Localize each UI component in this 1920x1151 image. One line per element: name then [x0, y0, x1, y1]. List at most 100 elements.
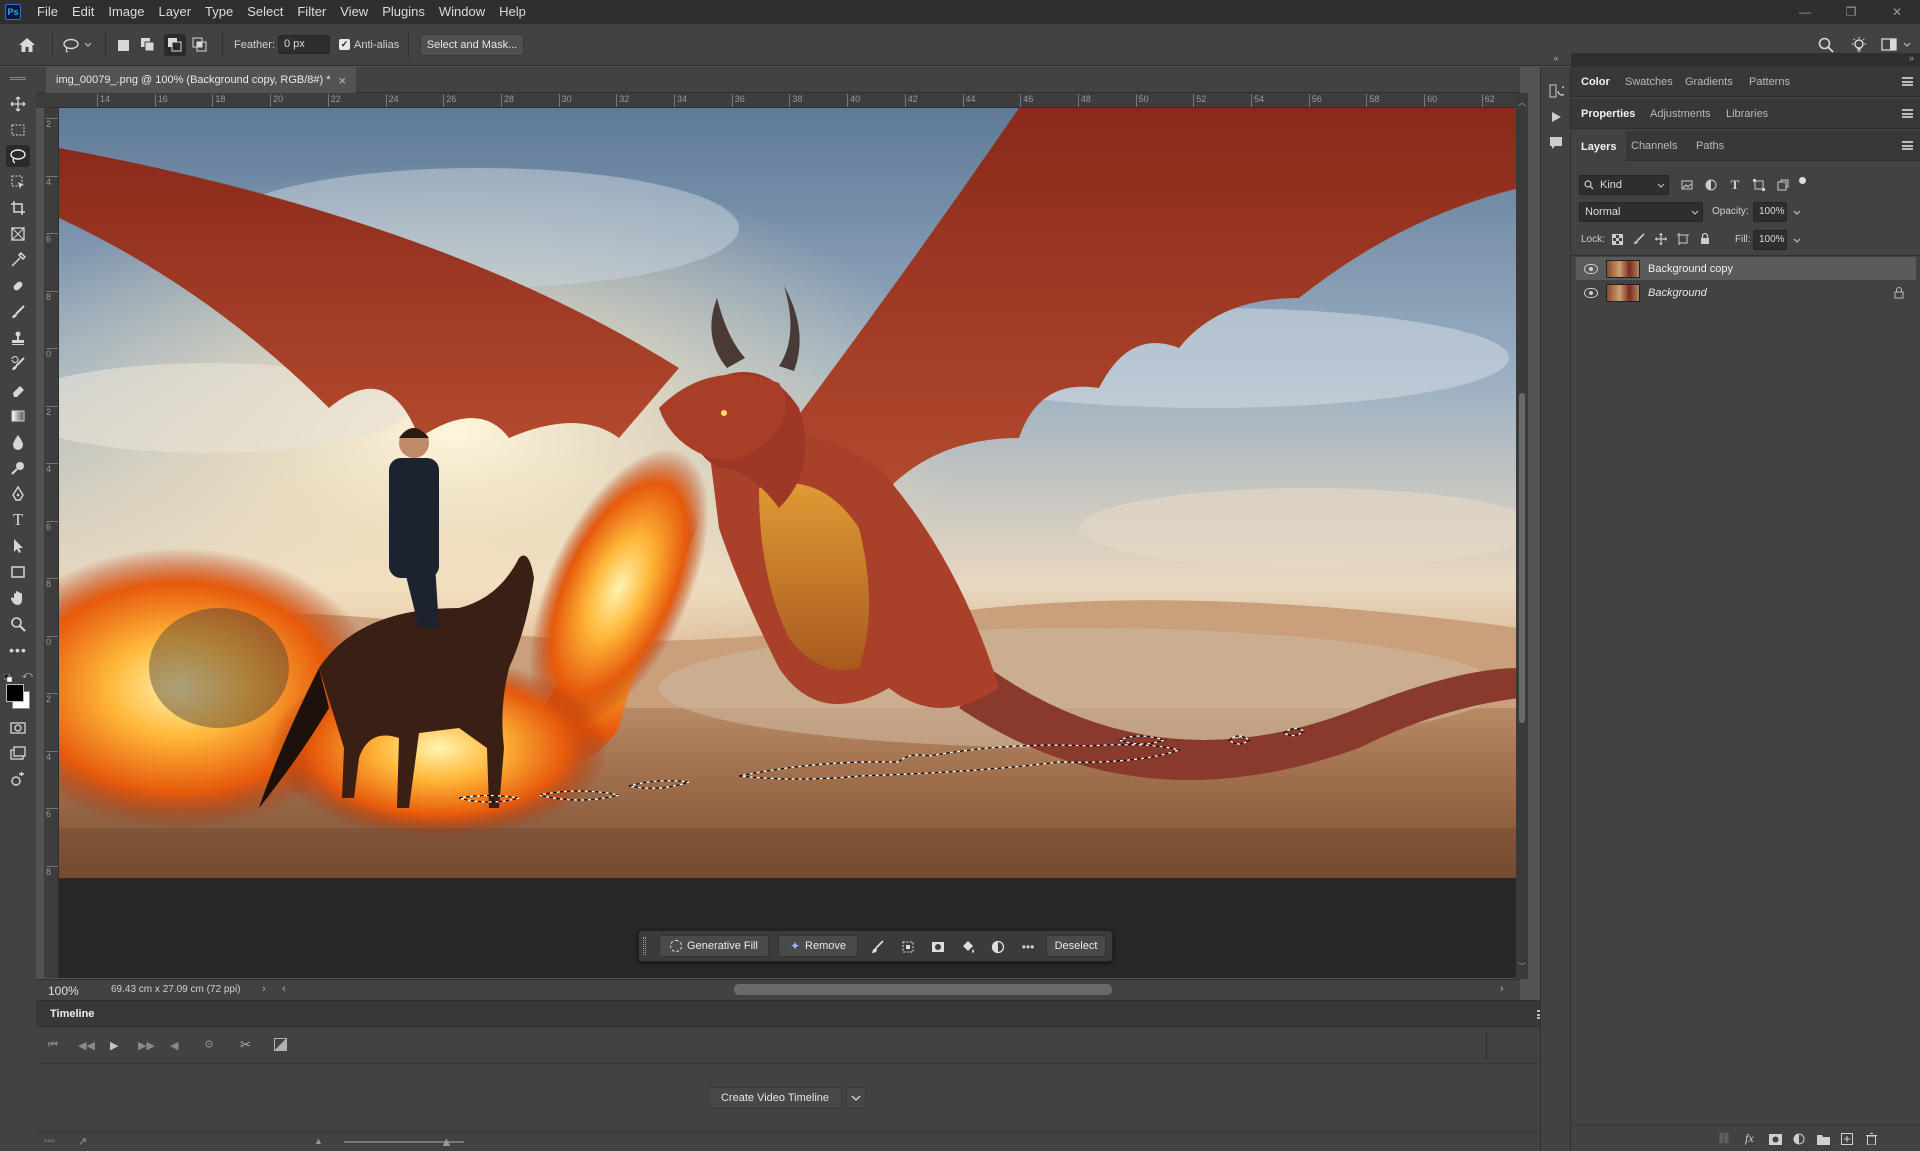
deselect-button[interactable]: Deselect	[1046, 935, 1106, 957]
tab-properties[interactable]: Properties	[1581, 99, 1635, 129]
new-selection-icon[interactable]	[114, 36, 132, 54]
filter-adjustment-icon[interactable]	[1703, 177, 1719, 193]
scroll-left-icon[interactable]: ‹	[282, 983, 286, 995]
filter-shape-icon[interactable]	[1751, 177, 1767, 193]
eyedropper-tool-icon[interactable]	[6, 249, 30, 271]
generative-fill-button[interactable]: Generative Fill	[659, 935, 769, 957]
menu-edit[interactable]: Edit	[65, 0, 101, 24]
layer-name[interactable]: Background copy	[1648, 263, 1733, 275]
more-tools-icon[interactable]: •••	[6, 639, 30, 661]
frame-tool-icon[interactable]	[6, 223, 30, 245]
zoom-in-mountain-icon[interactable]: ▲	[440, 1134, 453, 1149]
layer-row-background[interactable]: Background	[1576, 281, 1916, 304]
go-first-frame-icon[interactable]: ⏮	[48, 1039, 58, 1052]
foreground-color-swatch[interactable]	[6, 684, 24, 702]
lasso-preset-icon[interactable]	[60, 35, 94, 55]
menu-help[interactable]: Help	[492, 0, 533, 24]
minimize-button[interactable]: —	[1782, 0, 1828, 24]
type-tool-icon[interactable]: T	[6, 509, 30, 531]
drag-handle-icon[interactable]	[643, 937, 646, 955]
edit-toolbar-icon[interactable]	[6, 769, 30, 791]
visibility-eye-icon[interactable]	[1584, 263, 1598, 274]
subtract-from-selection-icon[interactable]	[164, 34, 186, 56]
screen-mode-icon[interactable]	[6, 743, 30, 765]
filter-type-icon[interactable]: T	[1727, 177, 1743, 193]
previous-frame-icon[interactable]: ◀◀	[78, 1039, 95, 1052]
menu-file[interactable]: File	[30, 0, 65, 24]
document-tab[interactable]: img_00079_.png @ 100% (Background copy, …	[46, 67, 357, 93]
close-window-button[interactable]: ✕	[1874, 0, 1920, 24]
transition-icon[interactable]	[274, 1038, 287, 1051]
document-image[interactable]	[59, 108, 1519, 978]
dodge-tool-icon[interactable]	[6, 457, 30, 479]
timeline-title[interactable]: Timeline	[50, 1008, 94, 1020]
discover-lightbulb-icon[interactable]	[1848, 35, 1870, 55]
menu-image[interactable]: Image	[101, 0, 151, 24]
lock-artboard-icon[interactable]	[1675, 231, 1691, 247]
filter-pixel-icon[interactable]	[1679, 177, 1695, 193]
comments-icon[interactable]	[1545, 133, 1567, 153]
status-menu-arrow-icon[interactable]: ›	[262, 983, 266, 995]
hand-tool-icon[interactable]	[6, 587, 30, 609]
settings-gear-icon[interactable]: ⚙	[204, 1038, 214, 1051]
menu-select[interactable]: Select	[240, 0, 290, 24]
lock-transparent-pixels-icon[interactable]	[1609, 231, 1625, 247]
tab-paths[interactable]: Paths	[1696, 131, 1724, 161]
fill-selection-icon[interactable]	[959, 938, 977, 956]
healing-brush-tool-icon[interactable]	[6, 275, 30, 297]
move-tool-icon[interactable]	[6, 93, 30, 115]
audio-icon[interactable]: ◀	[170, 1039, 178, 1052]
zoom-tool-icon[interactable]	[6, 613, 30, 635]
marquee-tool-icon[interactable]	[6, 119, 30, 141]
vertical-scrollbar[interactable]: ︿ ﹀	[1516, 93, 1528, 979]
select-and-mask-button[interactable]: Select and Mask...	[420, 34, 524, 56]
tab-layers[interactable]: Layers	[1571, 131, 1627, 162]
opacity-input[interactable]: 100%	[1753, 202, 1787, 222]
quick-mask-icon[interactable]	[6, 717, 30, 739]
tab-swatches[interactable]: Swatches	[1625, 67, 1673, 97]
layer-row-background-copy[interactable]: Background copy	[1576, 257, 1916, 280]
create-video-timeline-button[interactable]: Create Video Timeline	[708, 1087, 842, 1109]
close-document-icon[interactable]: ×	[339, 73, 347, 88]
convert-frame-animation-icon[interactable]: ▫▫▫	[44, 1136, 55, 1147]
tab-adjustments[interactable]: Adjustments	[1650, 99, 1711, 129]
vertical-scroll-thumb[interactable]	[1519, 393, 1525, 723]
restore-button[interactable]: ❐	[1828, 0, 1874, 24]
more-options-icon[interactable]: •••	[1019, 938, 1037, 956]
color-panel-menu-icon[interactable]	[1902, 77, 1913, 86]
play-icon[interactable]: ▶	[110, 1039, 118, 1052]
actions-play-icon[interactable]	[1545, 107, 1567, 127]
object-selection-tool-icon[interactable]	[6, 171, 30, 193]
lock-position-icon[interactable]	[1653, 231, 1669, 247]
gradient-tool-icon[interactable]	[6, 405, 30, 427]
tab-color[interactable]: Color	[1581, 67, 1610, 97]
workspace-switcher-icon[interactable]	[1880, 35, 1914, 55]
opacity-chevron-icon[interactable]	[1793, 210, 1801, 215]
add-to-selection-icon[interactable]	[139, 36, 157, 54]
anti-alias-checkbox[interactable]: ✓	[339, 39, 350, 50]
lock-all-icon[interactable]	[1697, 231, 1713, 247]
remove-button[interactable]: ✦ Remove	[778, 935, 858, 957]
feather-input[interactable]: 0 px	[278, 35, 330, 54]
split-scissors-icon[interactable]: ✂	[240, 1037, 251, 1053]
blur-tool-icon[interactable]	[6, 431, 30, 453]
menu-plugins[interactable]: Plugins	[375, 0, 432, 24]
history-brush-tool-icon[interactable]	[6, 353, 30, 375]
tab-libraries[interactable]: Libraries	[1726, 99, 1768, 129]
fill-input[interactable]: 100%	[1753, 230, 1787, 250]
layer-thumbnail[interactable]	[1606, 259, 1640, 278]
add-mask-icon[interactable]	[1767, 1131, 1783, 1147]
intersect-selection-icon[interactable]	[191, 36, 209, 54]
menu-filter[interactable]: Filter	[290, 0, 333, 24]
menu-view[interactable]: View	[333, 0, 375, 24]
rectangle-tool-icon[interactable]	[6, 561, 30, 583]
link-layers-icon[interactable]: ⛓	[1717, 1132, 1731, 1145]
clone-stamp-tool-icon[interactable]	[6, 327, 30, 349]
create-mask-icon[interactable]	[929, 938, 947, 956]
modify-selection-brush-icon[interactable]	[869, 938, 887, 956]
scroll-down-icon[interactable]: ﹀	[1518, 961, 1526, 972]
menu-layer[interactable]: Layer	[152, 0, 199, 24]
delete-layer-trash-icon[interactable]	[1863, 1131, 1879, 1147]
toolbar-collapse-icon[interactable]	[10, 77, 26, 80]
collapse-dock-icon[interactable]: »	[1909, 53, 1914, 63]
